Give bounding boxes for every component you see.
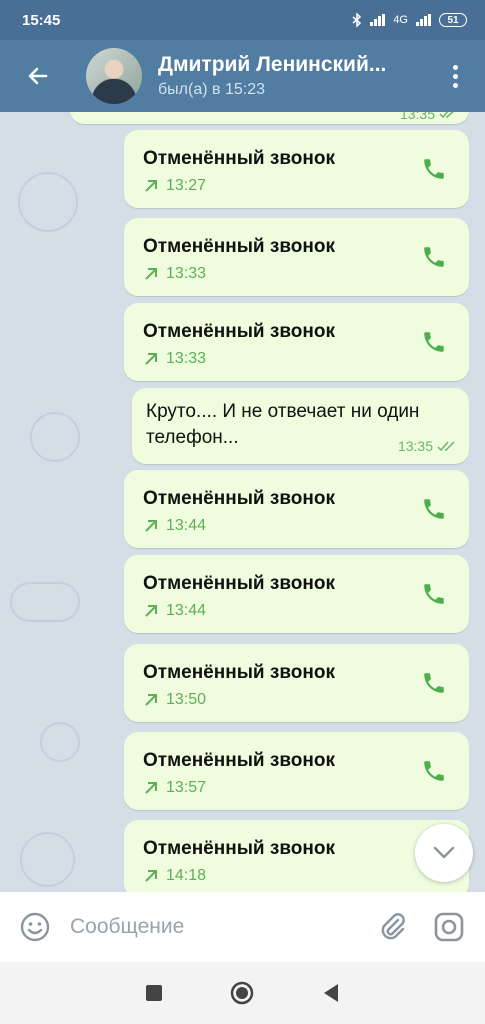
contact-name: Дмитрий Ленинский... (158, 53, 387, 76)
call-meta: 13:33 (144, 350, 206, 368)
call-time: 13:27 (166, 177, 207, 194)
triangle-back-icon (323, 984, 338, 1002)
signal-icon (370, 14, 386, 26)
call-bubble[interactable]: Отменённый звонок 13:44 (124, 470, 469, 548)
phone-icon[interactable] (421, 581, 447, 607)
call-meta: 13:44 (144, 602, 206, 620)
smile-icon (20, 912, 50, 942)
last-seen: был(а) в 15:23 (158, 81, 265, 98)
paperclip-icon (381, 913, 405, 940)
call-time: 13:44 (166, 602, 207, 619)
network-type: 4G (393, 14, 408, 26)
emoji-button[interactable] (0, 892, 70, 962)
arrow-up-right-icon (145, 605, 157, 617)
call-title: Отменённый звонок (143, 236, 335, 257)
call-title: Отменённый звонок (143, 662, 335, 683)
call-bubble[interactable]: Отменённый звонок 13:33 (124, 218, 469, 296)
arrow-up-right-icon (145, 180, 157, 192)
call-time: 13:44 (166, 517, 207, 534)
bluetooth-icon (352, 13, 362, 27)
phone-icon[interactable] (421, 244, 447, 270)
chat-area[interactable]: 13:35 Отменённый звонок 13:27 Отменённый… (0, 112, 485, 892)
camera-icon (434, 912, 464, 942)
battery-icon: 51 (439, 13, 467, 27)
call-title: Отменённый звонок (143, 838, 335, 859)
message-bubble[interactable]: 13:35 (70, 112, 469, 124)
call-bubble[interactable]: Отменённый звонок 13:33 (124, 303, 469, 381)
circle-icon (231, 981, 254, 1005)
status-bar: 15:45 4G 51 (0, 0, 485, 40)
scroll-down-button[interactable] (415, 824, 473, 882)
phone-icon[interactable] (421, 156, 447, 182)
text-message-bubble[interactable]: Круто.... И не отвечает ни один телефон.… (132, 388, 469, 464)
signal-icon-2 (416, 14, 431, 26)
arrow-left-icon (28, 67, 48, 85)
arrow-up-right-icon (145, 870, 157, 882)
call-title: Отменённый звонок (143, 148, 335, 169)
camera-button[interactable] (421, 892, 477, 962)
arrow-up-right-icon (145, 353, 157, 365)
phone-icon[interactable] (421, 670, 447, 696)
call-bubble[interactable]: Отменённый звонок 13:44 (124, 555, 469, 633)
call-meta: 13:57 (144, 779, 206, 797)
message-time: 13:35 (397, 438, 433, 454)
message-input-bar (0, 892, 485, 962)
call-bubble[interactable]: Отменённый звонок 13:50 (124, 644, 469, 722)
more-vertical-icon (452, 63, 458, 90)
recent-apps-button[interactable] (129, 968, 179, 1018)
call-title: Отменённый звонок (143, 573, 335, 594)
message-input[interactable] (70, 915, 365, 939)
arrow-up-right-icon (145, 520, 157, 532)
double-check-icon (437, 440, 455, 451)
system-nav-bar (0, 962, 485, 1024)
call-meta: 13:27 (144, 177, 206, 195)
status-icons: 4G 51 (352, 13, 467, 27)
call-title: Отменённый звонок (143, 321, 335, 342)
call-time: 13:57 (166, 779, 207, 796)
avatar[interactable] (86, 48, 142, 104)
attach-button[interactable] (365, 892, 421, 962)
call-bubble[interactable]: Отменённый звонок 13:27 (124, 130, 469, 208)
message-meta: 13:35 (400, 112, 457, 122)
back-nav-button[interactable] (306, 968, 356, 1018)
call-time: 13:33 (166, 265, 207, 282)
call-time: 14:18 (166, 867, 207, 884)
call-bubble[interactable]: Отменённый звонок 13:57 (124, 732, 469, 810)
battery-level: 51 (447, 14, 459, 26)
call-meta: 13:44 (144, 517, 206, 535)
arrow-up-right-icon (145, 694, 157, 706)
home-button[interactable] (217, 968, 267, 1018)
phone-icon[interactable] (421, 329, 447, 355)
message-meta: 13:35 (398, 438, 457, 454)
chat-header: Дмитрий Ленинский... был(а) в 15:23 (0, 40, 485, 112)
call-meta: 13:50 (144, 691, 206, 709)
status-time: 15:45 (22, 11, 61, 29)
call-time: 13:33 (166, 350, 207, 367)
chevron-down-icon (433, 846, 455, 859)
call-title: Отменённый звонок (143, 488, 335, 509)
call-title: Отменённый звонок (143, 750, 335, 771)
phone-icon[interactable] (421, 496, 447, 522)
arrow-up-right-icon (145, 268, 157, 280)
double-check-icon (439, 112, 454, 119)
call-meta: 14:18 (144, 867, 206, 885)
more-menu-button[interactable] (425, 40, 485, 112)
call-meta: 13:33 (144, 265, 206, 283)
call-time: 13:50 (166, 691, 207, 708)
message-time: 13:35 (399, 112, 435, 122)
contact-info[interactable]: Дмитрий Ленинский... был(а) в 15:23 (158, 53, 425, 99)
arrow-up-right-icon (145, 782, 157, 794)
phone-icon[interactable] (421, 758, 447, 784)
back-button[interactable] (0, 40, 76, 112)
square-icon (146, 985, 163, 1001)
